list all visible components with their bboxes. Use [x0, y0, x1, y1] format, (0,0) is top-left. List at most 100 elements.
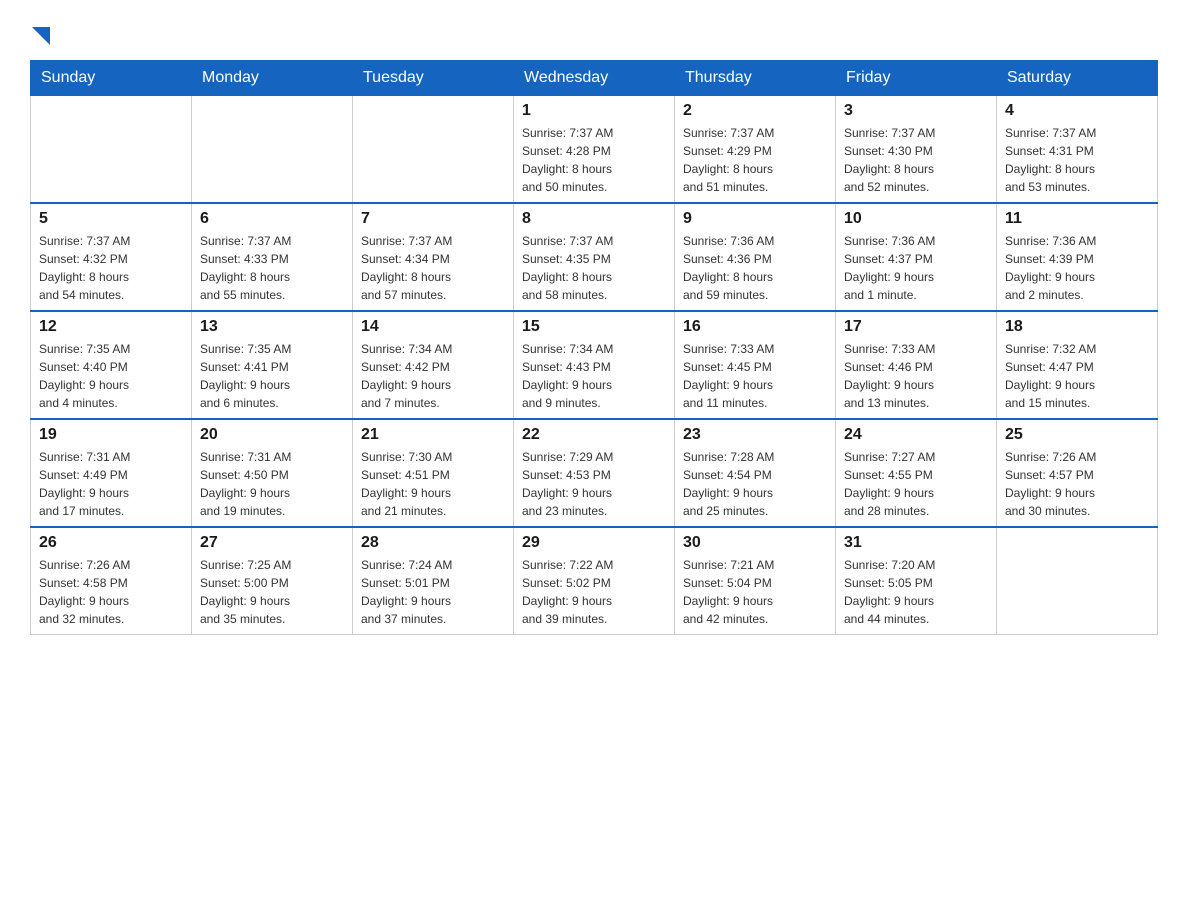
day-info: Sunrise: 7:22 AMSunset: 5:02 PMDaylight:… — [522, 556, 666, 628]
day-number: 26 — [39, 534, 183, 552]
day-info: Sunrise: 7:31 AMSunset: 4:49 PMDaylight:… — [39, 448, 183, 520]
weekday-header-wednesday: Wednesday — [514, 61, 675, 96]
weekday-header-friday: Friday — [836, 61, 997, 96]
day-number: 24 — [844, 426, 988, 444]
day-info: Sunrise: 7:33 AMSunset: 4:45 PMDaylight:… — [683, 340, 827, 412]
weekday-header-saturday: Saturday — [997, 61, 1158, 96]
calendar-cell: 11 Sunrise: 7:36 AMSunset: 4:39 PMDayligh… — [997, 203, 1158, 311]
day-info: Sunrise: 7:37 AMSunset: 4:32 PMDaylight:… — [39, 232, 183, 304]
calendar-week-row: 5 Sunrise: 7:37 AMSunset: 4:32 PMDaylight… — [31, 203, 1158, 311]
day-number: 6 — [200, 210, 344, 228]
day-number: 11 — [1005, 210, 1149, 228]
day-info: Sunrise: 7:25 AMSunset: 5:00 PMDaylight:… — [200, 556, 344, 628]
day-info: Sunrise: 7:32 AMSunset: 4:47 PMDaylight:… — [1005, 340, 1149, 412]
day-number: 14 — [361, 318, 505, 336]
calendar-cell — [31, 96, 192, 204]
day-number: 28 — [361, 534, 505, 552]
day-info: Sunrise: 7:27 AMSunset: 4:55 PMDaylight:… — [844, 448, 988, 520]
day-info: Sunrise: 7:33 AMSunset: 4:46 PMDaylight:… — [844, 340, 988, 412]
day-info: Sunrise: 7:35 AMSunset: 4:41 PMDaylight:… — [200, 340, 344, 412]
weekday-header-thursday: Thursday — [675, 61, 836, 96]
calendar-cell: 19 Sunrise: 7:31 AMSunset: 4:49 PMDayligh… — [31, 419, 192, 527]
day-info: Sunrise: 7:36 AMSunset: 4:39 PMDaylight:… — [1005, 232, 1149, 304]
calendar-cell: 2 Sunrise: 7:37 AMSunset: 4:29 PMDaylight… — [675, 96, 836, 204]
calendar-cell: 22 Sunrise: 7:29 AMSunset: 4:53 PMDayligh… — [514, 419, 675, 527]
calendar-cell — [997, 527, 1158, 635]
calendar-week-row: 26 Sunrise: 7:26 AMSunset: 4:58 PMDayligh… — [31, 527, 1158, 635]
day-info: Sunrise: 7:36 AMSunset: 4:36 PMDaylight:… — [683, 232, 827, 304]
calendar-week-row: 1 Sunrise: 7:37 AMSunset: 4:28 PMDaylight… — [31, 96, 1158, 204]
weekday-header-row: SundayMondayTuesdayWednesdayThursdayFrid… — [31, 61, 1158, 96]
weekday-header-tuesday: Tuesday — [353, 61, 514, 96]
day-info: Sunrise: 7:31 AMSunset: 4:50 PMDaylight:… — [200, 448, 344, 520]
day-info: Sunrise: 7:34 AMSunset: 4:43 PMDaylight:… — [522, 340, 666, 412]
day-number: 30 — [683, 534, 827, 552]
day-number: 20 — [200, 426, 344, 444]
calendar-cell: 6 Sunrise: 7:37 AMSunset: 4:33 PMDaylight… — [192, 203, 353, 311]
day-info: Sunrise: 7:26 AMSunset: 4:57 PMDaylight:… — [1005, 448, 1149, 520]
calendar-cell: 21Sunrise: 7:30 AMSunset: 4:51 PMDayligh… — [353, 419, 514, 527]
day-number: 4 — [1005, 102, 1149, 120]
calendar-cell: 18Sunrise: 7:32 AMSunset: 4:47 PMDayligh… — [997, 311, 1158, 419]
day-info: Sunrise: 7:21 AMSunset: 5:04 PMDaylight:… — [683, 556, 827, 628]
day-info: Sunrise: 7:37 AMSunset: 4:28 PMDaylight:… — [522, 124, 666, 196]
day-info: Sunrise: 7:20 AMSunset: 5:05 PMDaylight:… — [844, 556, 988, 628]
day-number: 1 — [522, 102, 666, 120]
day-info: Sunrise: 7:37 AMSunset: 4:35 PMDaylight:… — [522, 232, 666, 304]
day-info: Sunrise: 7:30 AMSunset: 4:51 PMDaylight:… — [361, 448, 505, 520]
day-number: 25 — [1005, 426, 1149, 444]
day-number: 13 — [200, 318, 344, 336]
calendar-cell: 16 Sunrise: 7:33 AMSunset: 4:45 PMDayligh… — [675, 311, 836, 419]
day-number: 12 — [39, 318, 183, 336]
page-header — [30, 20, 1158, 50]
calendar-cell: 23Sunrise: 7:28 AMSunset: 4:54 PMDayligh… — [675, 419, 836, 527]
day-number: 22 — [522, 426, 666, 444]
day-number: 7 — [361, 210, 505, 228]
day-number: 31 — [844, 534, 988, 552]
calendar-cell: 4 Sunrise: 7:37 AMSunset: 4:31 PMDaylight… — [997, 96, 1158, 204]
day-number: 16 — [683, 318, 827, 336]
calendar-cell: 7Sunrise: 7:37 AMSunset: 4:34 PMDaylight… — [353, 203, 514, 311]
day-number: 15 — [522, 318, 666, 336]
weekday-header-sunday: Sunday — [31, 61, 192, 96]
calendar-cell: 9 Sunrise: 7:36 AMSunset: 4:36 PMDaylight… — [675, 203, 836, 311]
calendar-cell: 15 Sunrise: 7:34 AMSunset: 4:43 PMDayligh… — [514, 311, 675, 419]
day-info: Sunrise: 7:35 AMSunset: 4:40 PMDaylight:… — [39, 340, 183, 412]
day-info: Sunrise: 7:36 AMSunset: 4:37 PMDaylight:… — [844, 232, 988, 304]
calendar-cell — [192, 96, 353, 204]
calendar-cell: 3Sunrise: 7:37 AMSunset: 4:30 PMDaylight… — [836, 96, 997, 204]
calendar-cell: 30 Sunrise: 7:21 AMSunset: 5:04 PMDayligh… — [675, 527, 836, 635]
calendar-table: SundayMondayTuesdayWednesdayThursdayFrid… — [30, 60, 1158, 635]
calendar-cell: 24 Sunrise: 7:27 AMSunset: 4:55 PMDayligh… — [836, 419, 997, 527]
calendar-cell: 27 Sunrise: 7:25 AMSunset: 5:00 PMDayligh… — [192, 527, 353, 635]
calendar-cell: 29 Sunrise: 7:22 AMSunset: 5:02 PMDayligh… — [514, 527, 675, 635]
calendar-cell: 17 Sunrise: 7:33 AMSunset: 4:46 PMDayligh… — [836, 311, 997, 419]
calendar-cell: 31 Sunrise: 7:20 AMSunset: 5:05 PMDayligh… — [836, 527, 997, 635]
day-number: 19 — [39, 426, 183, 444]
calendar-week-row: 19 Sunrise: 7:31 AMSunset: 4:49 PMDayligh… — [31, 419, 1158, 527]
logo — [30, 20, 50, 50]
day-number: 29 — [522, 534, 666, 552]
calendar-week-row: 12 Sunrise: 7:35 AMSunset: 4:40 PMDayligh… — [31, 311, 1158, 419]
calendar-cell: 8Sunrise: 7:37 AMSunset: 4:35 PMDaylight… — [514, 203, 675, 311]
calendar-cell: 28Sunrise: 7:24 AMSunset: 5:01 PMDayligh… — [353, 527, 514, 635]
day-number: 2 — [683, 102, 827, 120]
logo-triangle-icon — [32, 27, 50, 45]
calendar-cell: 25 Sunrise: 7:26 AMSunset: 4:57 PMDayligh… — [997, 419, 1158, 527]
weekday-header-monday: Monday — [192, 61, 353, 96]
calendar-cell — [353, 96, 514, 204]
calendar-cell: 12 Sunrise: 7:35 AMSunset: 4:40 PMDayligh… — [31, 311, 192, 419]
day-info: Sunrise: 7:29 AMSunset: 4:53 PMDaylight:… — [522, 448, 666, 520]
day-info: Sunrise: 7:37 AMSunset: 4:30 PMDaylight:… — [844, 124, 988, 196]
calendar-cell: 1 Sunrise: 7:37 AMSunset: 4:28 PMDaylight… — [514, 96, 675, 204]
day-info: Sunrise: 7:37 AMSunset: 4:29 PMDaylight:… — [683, 124, 827, 196]
day-info: Sunrise: 7:37 AMSunset: 4:31 PMDaylight:… — [1005, 124, 1149, 196]
day-info: Sunrise: 7:37 AMSunset: 4:33 PMDaylight:… — [200, 232, 344, 304]
day-number: 5 — [39, 210, 183, 228]
day-number: 17 — [844, 318, 988, 336]
day-number: 27 — [200, 534, 344, 552]
calendar-cell: 10Sunrise: 7:36 AMSunset: 4:37 PMDayligh… — [836, 203, 997, 311]
day-info: Sunrise: 7:26 AMSunset: 4:58 PMDaylight:… — [39, 556, 183, 628]
day-info: Sunrise: 7:28 AMSunset: 4:54 PMDaylight:… — [683, 448, 827, 520]
day-number: 9 — [683, 210, 827, 228]
